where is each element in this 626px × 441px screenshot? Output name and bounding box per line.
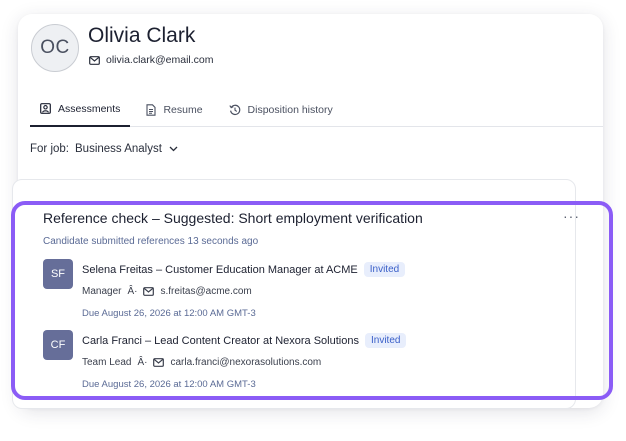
reference-name: Carla Franci – Lead Content Creator at N… [82, 335, 359, 347]
portrait-icon [40, 103, 51, 114]
separator: Â· [137, 357, 148, 368]
reference-due-date: Due August 26, 2026 at 12:00 AM GMT-3 [82, 379, 256, 390]
avatar: CF [43, 330, 73, 360]
reference-meta: Manager Â· s.freitas@acme.com [82, 286, 252, 297]
tab-label: Assessments [58, 102, 121, 115]
avatar: SF [43, 259, 73, 289]
status-badge: Invited [363, 262, 406, 277]
history-icon [228, 104, 241, 116]
tab-label: Resume [163, 103, 203, 116]
reference-meta: Team Lead Â· carla.franci@nexorasolution… [82, 357, 321, 368]
mail-icon [143, 287, 155, 296]
reference-check-title: Reference check – Suggested: Short emplo… [43, 210, 423, 226]
reference-name-row: Selena Freitas – Customer Education Mana… [82, 262, 406, 277]
reference-relation: Manager [82, 286, 122, 297]
mail-icon [89, 55, 100, 65]
mail-icon [153, 358, 165, 367]
reference-name-row: Carla Franci – Lead Content Creator at N… [82, 333, 407, 348]
job-dropdown-value: Business Analyst [75, 143, 162, 155]
submitted-status: Candidate submitted references 13 second… [43, 236, 259, 247]
candidate-email[interactable]: olivia.clark@email.com [106, 54, 214, 66]
tab-bar: Assessments Resume Disposition history [30, 92, 603, 127]
tab-assessments[interactable]: Assessments [30, 92, 131, 127]
tab-disposition-history[interactable]: Disposition history [219, 92, 343, 127]
reference-email[interactable]: carla.franci@nexorasolutions.com [170, 357, 321, 368]
reference-email[interactable]: s.freitas@acme.com [160, 286, 251, 297]
reference-relation: Team Lead [82, 357, 132, 368]
email-row: olivia.clark@email.com [89, 54, 214, 66]
chevron-down-icon [169, 146, 178, 152]
status-badge: Invited [364, 333, 407, 348]
job-dropdown[interactable]: Business Analyst [75, 143, 178, 155]
job-filter: For job: Business Analyst [30, 143, 178, 155]
job-filter-label: For job: [30, 143, 69, 155]
more-options-icon[interactable]: ··· [563, 208, 580, 224]
document-icon [146, 103, 156, 116]
tab-resume[interactable]: Resume [136, 92, 212, 127]
reference-due-date: Due August 26, 2026 at 12:00 AM GMT-3 [82, 308, 256, 319]
avatar: OC [31, 24, 79, 72]
tab-label: Disposition history [247, 103, 333, 116]
candidate-name: Olivia Clark [88, 24, 196, 47]
reference-name: Selena Freitas – Customer Education Mana… [82, 264, 358, 276]
separator: Â· [127, 286, 138, 297]
